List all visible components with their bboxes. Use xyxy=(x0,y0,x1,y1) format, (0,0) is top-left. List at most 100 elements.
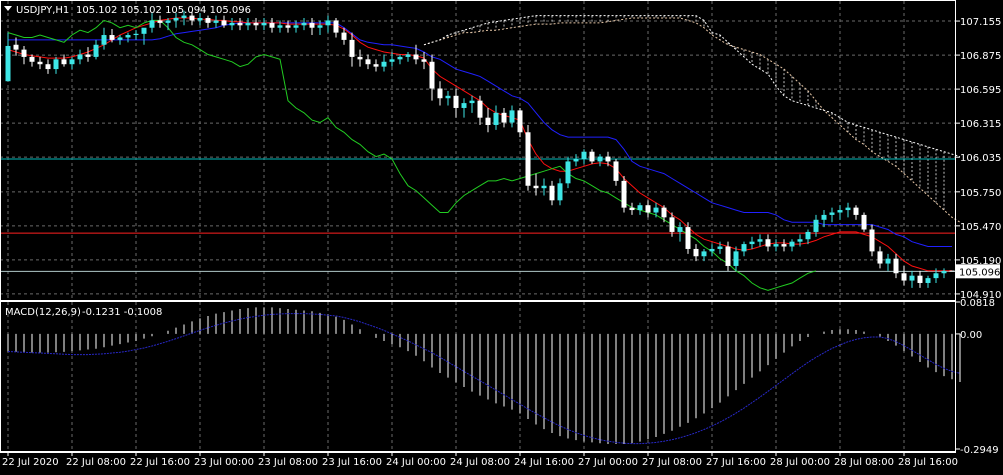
candle-body xyxy=(837,210,843,213)
time-tick-label: 27 Jul 16:00 xyxy=(706,457,766,468)
chart-header: USDJPY,H1 105.102 105.102 105.094 105.09… xyxy=(4,5,251,16)
price-tick-label: 106.035 xyxy=(960,153,1001,164)
candle-body xyxy=(501,112,507,123)
candle-body xyxy=(213,20,219,23)
time-tick-label: 22 Jul 16:00 xyxy=(130,457,190,468)
candle xyxy=(525,124,531,191)
time-tick-label: 22 Jul 08:00 xyxy=(66,457,126,468)
macd-tick-label: 0.0818 xyxy=(960,298,995,309)
candle-body xyxy=(85,54,91,57)
candle-body xyxy=(5,45,11,82)
candle-body xyxy=(821,214,827,220)
candle-body xyxy=(925,278,931,283)
price-tick-label: 105.470 xyxy=(960,222,1001,233)
candle-body xyxy=(221,20,227,26)
candle-body xyxy=(261,22,267,26)
candle-body xyxy=(597,156,603,162)
candle-body xyxy=(645,205,651,213)
candle-body xyxy=(669,217,675,232)
candle-body xyxy=(805,231,811,240)
candle-body xyxy=(693,248,699,257)
price-tick-label: 106.875 xyxy=(960,51,1001,62)
time-tick-label: 28 Jul 16:00 xyxy=(898,457,958,468)
candle-body xyxy=(109,35,115,40)
candle-body xyxy=(45,64,51,70)
time-tick-label: 24 Jul 00:00 xyxy=(386,457,446,468)
candle-body xyxy=(533,185,539,189)
candle-body xyxy=(621,180,627,208)
candle-body xyxy=(437,88,443,99)
candle-body xyxy=(917,275,923,283)
time-tick-label: 27 Jul 00:00 xyxy=(578,457,638,468)
candle-body xyxy=(685,227,691,249)
candle-body xyxy=(525,132,531,186)
macd-tick-label: 0.00 xyxy=(960,330,982,341)
candle-body xyxy=(541,185,547,189)
macd-header: MACD(12,26,9) -0.1231 -0.1008 xyxy=(5,307,162,318)
time-tick-label: 23 Jul 08:00 xyxy=(258,457,318,468)
candle-body xyxy=(765,239,771,247)
candle-body xyxy=(53,59,59,70)
ohlc-values: 105.102 105.102 105.094 105.096 xyxy=(76,5,251,16)
chart-canvas[interactable]: 107.155 106.875 106.595 106.315 106.035 105.7… xyxy=(0,0,1003,471)
candle-body xyxy=(789,241,795,247)
candle-body xyxy=(173,18,179,21)
time-tick-label: 23 Jul 00:00 xyxy=(194,457,254,468)
last-price-tag: 105.096 xyxy=(956,264,1000,279)
candle-body xyxy=(933,273,939,279)
candle-body xyxy=(301,22,307,26)
last-price-label: 105.096 xyxy=(959,267,1000,278)
candle-body xyxy=(21,49,27,57)
candle-body xyxy=(197,18,203,21)
candle-body xyxy=(69,59,75,65)
candle-body xyxy=(701,251,707,257)
chart-background xyxy=(0,0,1003,471)
candle-body xyxy=(781,244,787,247)
candle-body xyxy=(237,22,243,26)
candle-body xyxy=(245,22,251,26)
candle-body xyxy=(141,27,147,34)
candle-body xyxy=(813,219,819,232)
candle-body xyxy=(365,59,371,65)
candle-body xyxy=(733,251,739,266)
candle-body xyxy=(133,33,139,36)
candle-body xyxy=(317,25,323,28)
candle-body xyxy=(37,61,43,65)
candle-body xyxy=(661,207,667,218)
candle-body xyxy=(949,270,955,272)
candle-body xyxy=(941,270,947,274)
candle-body xyxy=(269,22,275,28)
time-tick-label: 28 Jul 00:00 xyxy=(770,457,830,468)
candle-body xyxy=(293,25,299,28)
candle-body xyxy=(509,110,515,123)
candle-body xyxy=(285,25,291,28)
symbol-label: USDJPY,H1 xyxy=(16,5,69,16)
candle-body xyxy=(77,54,83,60)
candle-body xyxy=(421,59,427,62)
candle-body xyxy=(253,22,259,26)
price-tick-label: 107.155 xyxy=(960,17,1001,28)
candle-body xyxy=(605,156,611,162)
candle-body xyxy=(565,161,571,184)
candle-body xyxy=(709,248,715,252)
candle-body xyxy=(485,117,491,125)
candle-body xyxy=(877,251,883,264)
time-tick-label: 27 Jul 08:00 xyxy=(642,457,702,468)
candle-body xyxy=(117,37,123,40)
candle-body xyxy=(797,239,803,242)
candle-body xyxy=(557,183,563,201)
candle-body xyxy=(573,159,579,162)
candle-body xyxy=(589,151,595,162)
candle-body xyxy=(613,161,619,181)
candle-body xyxy=(861,214,867,230)
time-tick-label: 23 Jul 16:00 xyxy=(322,457,382,468)
candle xyxy=(861,212,867,232)
candle-body xyxy=(477,100,483,118)
macd-indicator-label: MACD(12,26,9) xyxy=(5,307,81,318)
candle-body xyxy=(405,54,411,57)
candle-body xyxy=(853,207,859,215)
macd-indicator-values: -0.1231 -0.1008 xyxy=(82,307,162,318)
candle-body xyxy=(125,35,131,38)
candle xyxy=(949,270,955,272)
candle-body xyxy=(445,95,451,99)
